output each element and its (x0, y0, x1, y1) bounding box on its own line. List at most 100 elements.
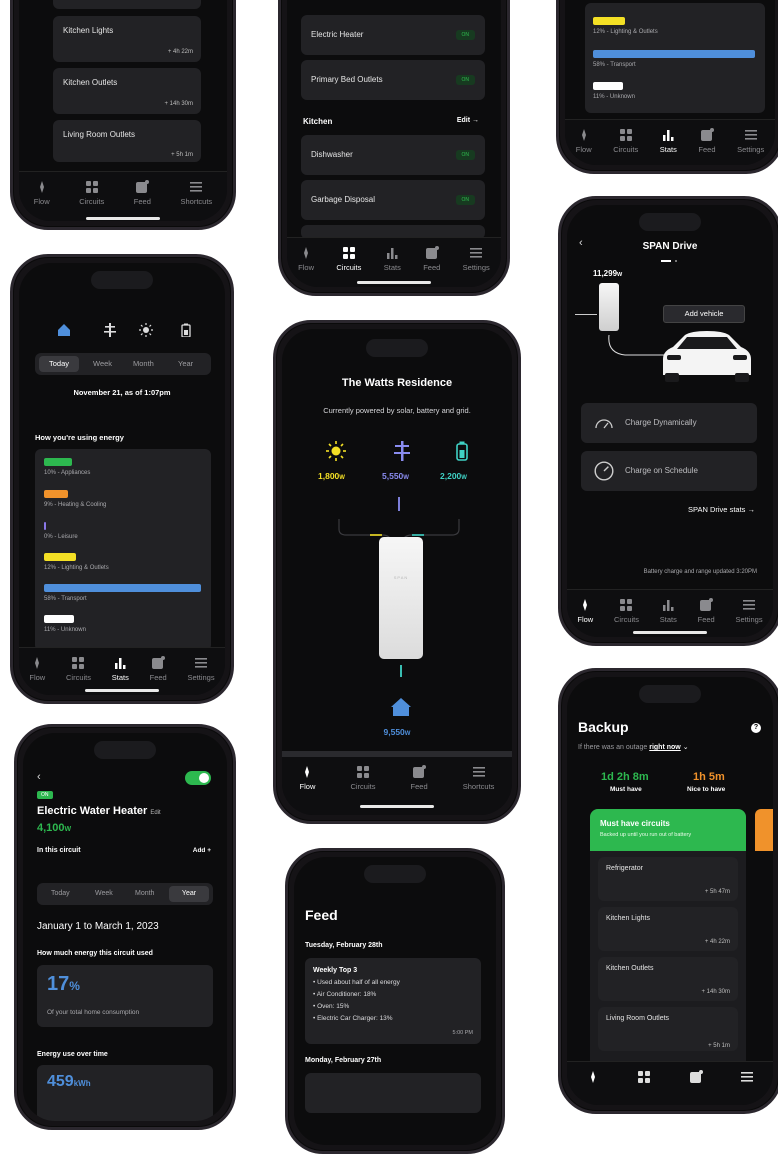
charger-device[interactable] (599, 283, 619, 331)
period-tabs: Today Week Month Year (37, 883, 213, 905)
grid-tower-icon[interactable] (392, 441, 412, 461)
edit-button[interactable]: Edit → (457, 117, 479, 124)
help-icon[interactable]: ? (751, 723, 761, 733)
circuit-row-dishwasher[interactable]: Dishwasher ON (301, 135, 485, 175)
home-indicator (357, 281, 431, 284)
tab-month[interactable]: Month (135, 886, 154, 902)
feed-icon (700, 598, 714, 611)
stats-icon (115, 658, 126, 669)
tab-stats[interactable]: Stats (112, 656, 129, 682)
tab-feed[interactable]: Feed (423, 246, 440, 272)
backup-row-refrigerator[interactable]: Refrigerator + 5h 47m (598, 857, 738, 901)
circuit-row-kitchen-lights[interactable]: Kitchen Lights + 4h 22m (53, 16, 201, 62)
backup-row-living-room-outlets[interactable]: Living Room Outlets + 5h 1m (598, 1007, 738, 1051)
bar-label: 11% - Unknown (44, 627, 86, 633)
tab-feed[interactable]: Feed (411, 765, 428, 791)
tab-shortcuts[interactable]: Shortcuts (463, 765, 494, 791)
circuit-name: Kitchen Lights (63, 26, 114, 35)
power-toggle[interactable] (185, 771, 211, 785)
circuit-row-electric-heater[interactable]: Electric Heater ON (301, 15, 485, 55)
page-dot (675, 260, 677, 262)
option-label: Charge Dynamically (625, 418, 697, 427)
tab-flow[interactable]: Flow (576, 128, 592, 154)
tab-circuits[interactable] (637, 1070, 651, 1087)
backup-row-kitchen-outlets[interactable]: Kitchen Outlets + 14h 30m (598, 957, 738, 1001)
tab-circuits[interactable]: Circuits (613, 128, 638, 154)
tab-flow[interactable]: Flow (300, 765, 315, 791)
bar-lighting (44, 553, 76, 561)
screen: 12% - Lighting & Outlets 58% - Transport… (565, 0, 775, 165)
battery-icon[interactable] (452, 441, 472, 461)
tab-settings[interactable]: Settings (463, 246, 490, 272)
charge-dynamically-option[interactable]: Charge Dynamically (581, 403, 757, 443)
tab-circuits[interactable]: Circuits (66, 656, 91, 682)
circuit-card-partial[interactable] (53, 0, 201, 9)
tab-month[interactable]: Month (133, 356, 154, 372)
add-vehicle-button[interactable]: Add vehicle (663, 305, 745, 323)
tab-circuits[interactable]: Circuits (79, 180, 104, 206)
stats-icon (663, 130, 674, 141)
tab-shortcuts[interactable] (740, 1070, 754, 1087)
outage-selector[interactable]: If there was an outage right now ⌄ (578, 743, 689, 751)
edit-link[interactable]: Edit (150, 810, 160, 816)
tab-feed[interactable]: Feed (150, 656, 167, 682)
circuit-name: Living Room Outlets (606, 1015, 670, 1022)
circuit-row-primary-bed-outlets[interactable]: Primary Bed Outlets ON (301, 60, 485, 100)
tab-flow[interactable]: Flow (34, 180, 50, 206)
tab-flow[interactable]: Flow (298, 246, 314, 272)
feed-card-weekly-top-3[interactable]: Weekly Top 3 • Used about half of all en… (305, 958, 481, 1044)
tab-shortcuts[interactable]: Shortcuts (180, 180, 212, 206)
charge-on-schedule-option[interactable]: Charge on Schedule (581, 451, 757, 491)
tab-circuits[interactable]: Circuits (350, 765, 375, 791)
tab-feed[interactable]: Feed (698, 128, 716, 154)
circuit-row-garbage-disposal[interactable]: Garbage Disposal ON (301, 180, 485, 220)
home-icon[interactable] (390, 697, 412, 717)
circuit-row-living-room-outlets[interactable]: Living Room Outlets + 5h 1m (53, 120, 201, 162)
sun-icon[interactable] (139, 323, 153, 337)
bar-label: 12% - Lighting & Outlets (44, 565, 109, 571)
span-panel[interactable]: SPAN (379, 537, 423, 659)
tab-bar: Flow Circuits Stats Feed Settings (287, 237, 501, 287)
bullet: • Air Conditioner: 18% (313, 991, 377, 998)
tab-settings[interactable]: Settings (188, 656, 215, 682)
backup-row-kitchen-lights[interactable]: Kitchen Lights + 4h 22m (598, 907, 738, 951)
feed-card-partial[interactable] (305, 1073, 481, 1113)
circuit-time: + 4h 22m (704, 939, 730, 945)
tab-settings[interactable]: Settings (737, 128, 764, 154)
tab-stats[interactable]: Stats (660, 128, 677, 154)
page-title: SPAN Drive (642, 241, 698, 252)
nice-to-have-panel-edge (755, 809, 773, 851)
circuit-row-kitchen-outlets[interactable]: Kitchen Outlets + 14h 30m (53, 68, 201, 114)
sun-icon[interactable] (326, 441, 346, 461)
tab-stats[interactable]: Stats (660, 598, 677, 624)
tab-year[interactable]: Year (169, 886, 209, 902)
tab-flow[interactable]: Flow (577, 598, 593, 624)
tab-stats[interactable]: Stats (384, 246, 401, 272)
toggle-knob (199, 773, 209, 783)
tab-week[interactable]: Week (95, 886, 113, 902)
tab-year[interactable]: Year (178, 356, 193, 372)
tab-flow[interactable] (586, 1070, 600, 1087)
circuits-icon (356, 766, 369, 778)
tab-week[interactable]: Week (93, 356, 112, 372)
tab-feed[interactable]: Feed (698, 598, 715, 624)
tab-feed[interactable] (689, 1070, 703, 1087)
tab-circuits[interactable]: Circuits (336, 246, 361, 272)
tab-today[interactable]: Today (39, 356, 79, 372)
battery-icon[interactable] (179, 323, 193, 337)
drive-stats-link[interactable]: SPAN Drive stats → (688, 505, 755, 514)
flow-line-home (400, 665, 402, 677)
tab-settings[interactable]: Settings (736, 598, 763, 624)
home-indicator (360, 805, 434, 808)
add-device-button[interactable]: Add + (193, 847, 211, 854)
home-icon[interactable] (57, 323, 71, 337)
tab-today[interactable]: Today (51, 886, 70, 902)
tab-feed[interactable]: Feed (134, 180, 151, 206)
menu-icon (743, 600, 756, 610)
grid-tower-icon[interactable] (103, 323, 117, 337)
back-icon[interactable]: ‹ (37, 771, 41, 783)
tab-flow[interactable]: Flow (29, 656, 45, 682)
tab-bar: Flow Circuits Stats Feed Settings (567, 589, 773, 637)
tab-circuits[interactable]: Circuits (614, 598, 639, 624)
screen: Kitchen Lights + 4h 22m Kitchen Outlets … (19, 0, 227, 221)
